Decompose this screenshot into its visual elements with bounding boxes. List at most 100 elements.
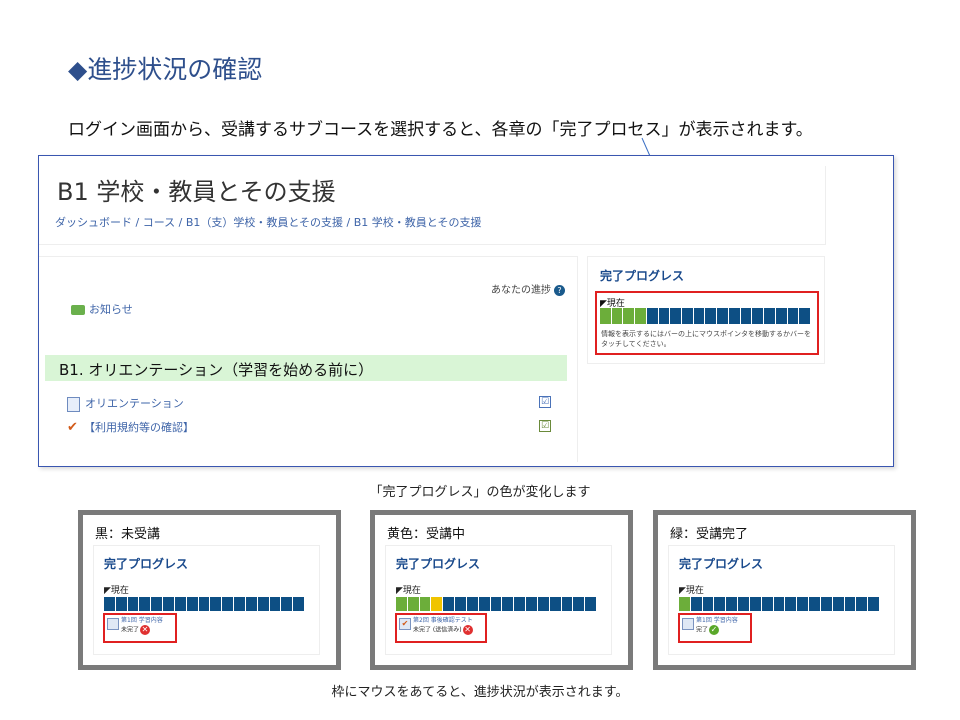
progress-bar[interactable]	[600, 308, 810, 324]
progress-segment-dark[interactable]	[490, 597, 503, 611]
progress-segment-dark[interactable]	[139, 597, 152, 611]
progress-segment-dark[interactable]	[717, 308, 729, 324]
quiz-icon: ✔	[67, 420, 78, 435]
progress-segment-green[interactable]	[623, 308, 636, 324]
your-progress-text: あなたの進捗	[491, 285, 551, 296]
progress-segment-dark[interactable]	[714, 597, 727, 611]
progress-segment-dark[interactable]	[832, 597, 845, 611]
progress-segment-dark[interactable]	[104, 597, 116, 611]
progress-segment-dark[interactable]	[740, 308, 753, 324]
progress-segment-dark[interactable]	[186, 597, 199, 611]
progress-segment-dark[interactable]	[749, 597, 762, 611]
progress-block: 完了プログレス ◤現在 ✔ 第2回 事後確認テスト 未完了 (送信済み) ✕	[385, 545, 612, 655]
progress-segment-green[interactable]	[407, 597, 420, 611]
progress-segment-dark[interactable]	[705, 308, 718, 324]
progress-segment-dark[interactable]	[514, 597, 527, 611]
progress-segment-dark[interactable]	[257, 597, 270, 611]
progress-segment-dark[interactable]	[787, 308, 800, 324]
progress-tooltip: 第1回 学習内容 未完了 ✕	[103, 613, 177, 643]
progress-segment-dark[interactable]	[222, 597, 235, 611]
progress-block: 完了プログレス ◤現在 第1回 学習内容 完了 ✓	[668, 545, 895, 655]
progress-segment-dark[interactable]	[670, 308, 683, 324]
page-icon	[682, 618, 694, 630]
progress-segment-dark[interactable]	[163, 597, 175, 611]
progress-segment-dark[interactable]	[809, 597, 821, 611]
course-content: あなたの進捗? お知らせ B1. オリエンテーション（学習を始める前に） オリエ…	[39, 256, 578, 462]
progress-segment-green[interactable]	[600, 308, 612, 324]
breadcrumb[interactable]: ダッシュボード / コース / B1（支）学校・教員とその支援 / B1 学校・…	[55, 214, 481, 230]
section-banner: B1. オリエンテーション（学習を始める前に）	[45, 355, 567, 381]
progress-segment-dark[interactable]	[293, 597, 305, 611]
progress-segment-dark[interactable]	[646, 308, 659, 324]
progress-segment-green[interactable]	[679, 597, 691, 611]
progress-bar[interactable]	[104, 597, 305, 611]
help-icon[interactable]: ?	[554, 284, 565, 296]
progress-segment-dark[interactable]	[585, 597, 597, 611]
progress-segment-dark[interactable]	[761, 597, 774, 611]
progress-segment-dark[interactable]	[174, 597, 187, 611]
progress-segment-dark[interactable]	[785, 597, 798, 611]
progress-segment-green[interactable]	[611, 308, 624, 324]
progress-segment-dark[interactable]	[856, 597, 869, 611]
progress-segment-dark[interactable]	[702, 597, 715, 611]
block-title: 完了プログレス	[396, 557, 481, 571]
progress-segment-yellow[interactable]	[431, 597, 444, 611]
progress-bar[interactable]	[679, 597, 880, 611]
progress-segment-dark[interactable]	[682, 308, 694, 324]
tooltip-activity: 第1回 学習内容	[121, 617, 163, 624]
progress-segment-green[interactable]	[419, 597, 432, 611]
progress-segment-dark[interactable]	[198, 597, 211, 611]
progress-segment-dark[interactable]	[820, 597, 833, 611]
caption-middle: 「完了プログレス」の色が変化します	[369, 485, 591, 500]
progress-segment-dark[interactable]	[210, 597, 223, 611]
progress-segment-dark[interactable]	[738, 597, 750, 611]
now-label: ◤現在	[679, 586, 704, 596]
progress-segment-dark[interactable]	[775, 308, 788, 324]
progress-segment-dark[interactable]	[658, 308, 671, 324]
progress-bar[interactable]	[396, 597, 597, 611]
progress-segment-dark[interactable]	[478, 597, 491, 611]
progress-segment-dark[interactable]	[466, 597, 479, 611]
progress-segment-dark[interactable]	[693, 308, 706, 324]
progress-segment-dark[interactable]	[127, 597, 140, 611]
progress-segment-dark[interactable]	[573, 597, 586, 611]
progress-segment-dark[interactable]	[561, 597, 574, 611]
now-label: ◤現在	[396, 586, 421, 596]
progress-segment-dark[interactable]	[269, 597, 282, 611]
progress-segment-green[interactable]	[396, 597, 408, 611]
progress-segment-dark[interactable]	[549, 597, 562, 611]
progress-segment-dark[interactable]	[281, 597, 294, 611]
progress-segment-dark[interactable]	[115, 597, 128, 611]
progress-segment-dark[interactable]	[797, 597, 810, 611]
news-link[interactable]: お知らせ	[71, 301, 133, 317]
progress-segment-dark[interactable]	[151, 597, 164, 611]
progress-segment-dark[interactable]	[728, 308, 741, 324]
activity-terms[interactable]: ✔ 【利用規約等の確認】	[67, 419, 194, 435]
progress-segment-dark[interactable]	[764, 308, 776, 324]
progress-segment-dark[interactable]	[726, 597, 739, 611]
progress-segment-dark[interactable]	[443, 597, 456, 611]
progress-segment-dark[interactable]	[752, 308, 765, 324]
activity-label: オリエンテーション	[85, 397, 184, 410]
progress-segment-dark[interactable]	[234, 597, 246, 611]
progress-segment-dark[interactable]	[690, 597, 703, 611]
progress-segment-dark[interactable]	[868, 597, 880, 611]
progress-segment-dark[interactable]	[537, 597, 550, 611]
progress-segment-dark[interactable]	[245, 597, 258, 611]
completion-checkbox[interactable]: ☑	[539, 420, 551, 432]
progress-segment-dark[interactable]	[844, 597, 857, 611]
progress-segment-dark[interactable]	[799, 308, 810, 324]
completion-progress-block: 完了プログレス ◤現在 情報を表示するにはバーの上にマウスポインタを移動するかバ…	[587, 256, 825, 364]
progress-segment-green[interactable]	[635, 308, 647, 324]
quiz-icon: ✔	[399, 618, 411, 630]
complete-icon: ✓	[709, 625, 720, 635]
incomplete-icon: ✕	[140, 625, 151, 635]
progress-segment-dark[interactable]	[773, 597, 786, 611]
progress-segment-dark[interactable]	[502, 597, 515, 611]
progress-segment-dark[interactable]	[526, 597, 538, 611]
activity-orientation[interactable]: オリエンテーション	[67, 395, 184, 412]
progress-segment-dark[interactable]	[455, 597, 467, 611]
page-icon	[67, 396, 80, 412]
completion-checkbox[interactable]: ☑	[539, 396, 551, 408]
slide-title: ◆進捗状況の確認	[68, 55, 263, 84]
